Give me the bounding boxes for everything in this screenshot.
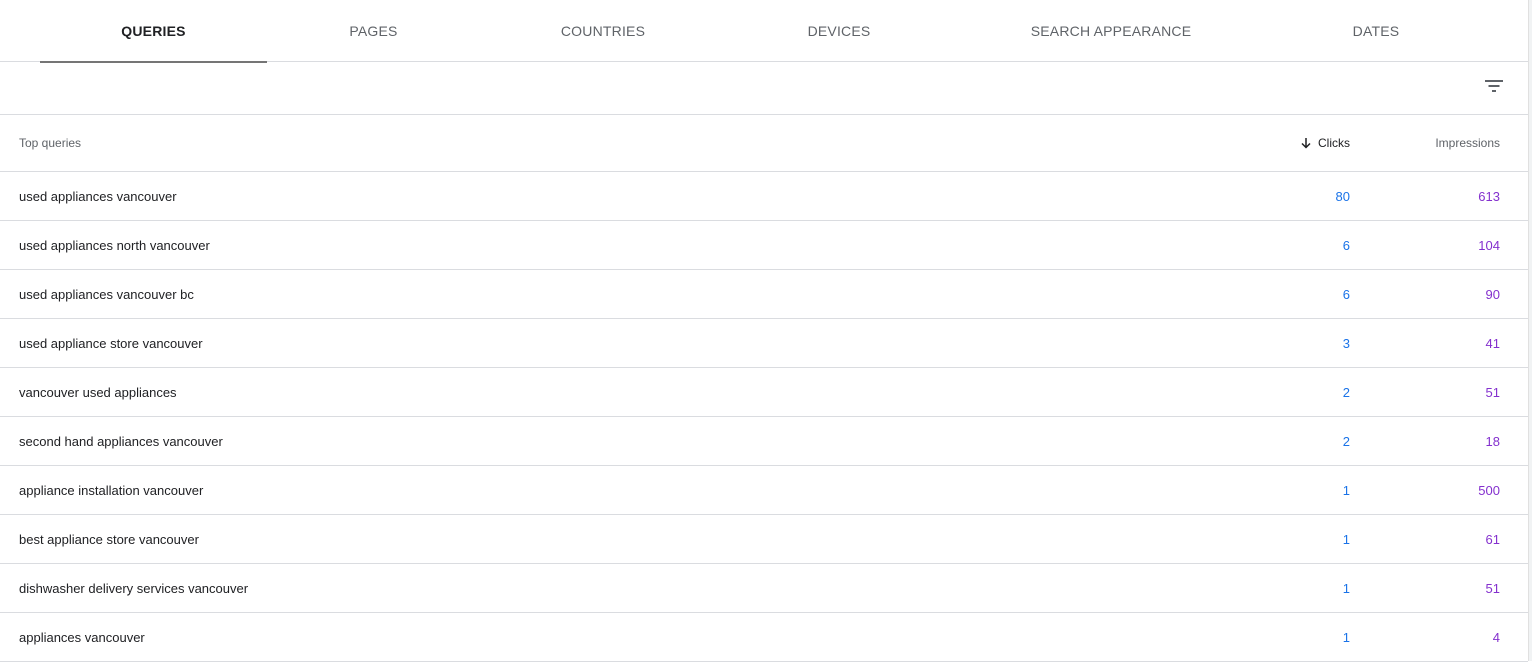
impressions-cell: 613 <box>1478 188 1500 204</box>
clicks-cell: 1 <box>1342 482 1350 498</box>
tab-search-appearance[interactable]: SEARCH APPEARANCE <box>952 0 1270 62</box>
column-header-top-queries: Top queries <box>19 136 82 150</box>
clicks-cell: 6 <box>1342 237 1350 253</box>
table-row[interactable]: dishwasher delivery services vancouver 1… <box>0 564 1528 613</box>
clicks-cell: 2 <box>1342 384 1350 400</box>
clicks-cell: 6 <box>1342 286 1350 302</box>
table-row[interactable]: used appliance store vancouver 3 41 <box>0 319 1528 368</box>
impressions-cell: 500 <box>1478 482 1500 498</box>
table-row[interactable]: best appliance store vancouver 1 61 <box>0 515 1528 564</box>
query-cell: used appliances vancouver bc <box>19 286 194 302</box>
impressions-cell: 51 <box>1485 384 1500 400</box>
tab-countries[interactable]: COUNTRIES <box>480 0 726 62</box>
page-scrollbar[interactable] <box>1528 0 1532 661</box>
query-cell: appliance installation vancouver <box>19 482 204 498</box>
impressions-cell: 61 <box>1485 531 1500 547</box>
query-cell: used appliance store vancouver <box>19 335 203 351</box>
query-cell: best appliance store vancouver <box>19 531 199 547</box>
impressions-cell: 18 <box>1485 433 1500 449</box>
clicks-cell: 3 <box>1342 335 1350 351</box>
impressions-cell: 90 <box>1485 286 1500 302</box>
impressions-cell: 51 <box>1485 580 1500 596</box>
impressions-cell: 4 <box>1492 629 1500 645</box>
query-cell: used appliances north vancouver <box>19 237 210 253</box>
table-row[interactable]: used appliances vancouver bc 6 90 <box>0 270 1528 319</box>
table-row[interactable]: used appliances north vancouver 6 104 <box>0 221 1528 270</box>
impressions-cell: 104 <box>1478 237 1500 253</box>
clicks-cell: 1 <box>1342 580 1350 596</box>
query-cell: dishwasher delivery services vancouver <box>19 580 249 596</box>
tab-dates[interactable]: DATES <box>1270 0 1482 62</box>
queries-table: Top queries Clicks Impressions used appl… <box>0 115 1528 662</box>
filter-list-icon <box>1485 80 1503 92</box>
query-cell: second hand appliances vancouver <box>19 433 223 449</box>
impressions-cell: 41 <box>1485 335 1500 351</box>
table-header: Top queries Clicks Impressions <box>0 115 1528 172</box>
column-header-clicks[interactable]: Clicks <box>1300 115 1350 171</box>
column-header-impressions[interactable]: Impressions <box>1435 115 1500 171</box>
query-cell: appliances vancouver <box>19 629 145 645</box>
table-row[interactable]: appliances vancouver 1 4 <box>0 613 1528 662</box>
tab-devices[interactable]: DEVICES <box>726 0 952 62</box>
clicks-cell: 1 <box>1342 629 1350 645</box>
filter-rows-button[interactable] <box>1478 70 1510 102</box>
clicks-cell: 2 <box>1342 433 1350 449</box>
tab-pages[interactable]: PAGES <box>267 0 480 62</box>
table-row[interactable]: second hand appliances vancouver 2 18 <box>0 417 1528 466</box>
query-cell: vancouver used appliances <box>19 384 177 400</box>
column-header-clicks-label: Clicks <box>1318 136 1350 150</box>
clicks-cell: 80 <box>1335 188 1350 204</box>
tab-queries[interactable]: QUERIES <box>40 0 267 63</box>
table-row[interactable]: vancouver used appliances 2 51 <box>0 368 1528 417</box>
table-row[interactable]: appliance installation vancouver 1 500 <box>0 466 1528 515</box>
clicks-cell: 1 <box>1342 531 1350 547</box>
table-row[interactable]: used appliances vancouver 80 613 <box>0 172 1528 221</box>
query-cell: used appliances vancouver <box>19 188 177 204</box>
arrow-down-icon <box>1300 137 1312 149</box>
dimension-tabs: QUERIES PAGES COUNTRIES DEVICES SEARCH A… <box>0 0 1528 63</box>
table-toolbar <box>0 62 1528 115</box>
performance-report-panel: QUERIES PAGES COUNTRIES DEVICES SEARCH A… <box>0 0 1528 662</box>
